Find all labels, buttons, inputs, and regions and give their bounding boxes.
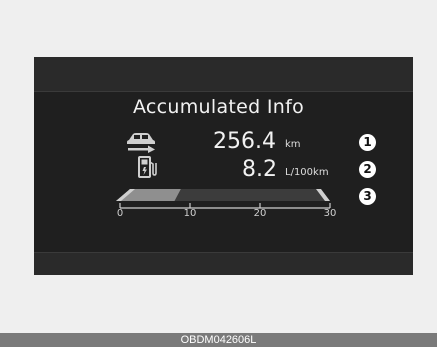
display-header-band	[34, 57, 413, 91]
display-divider-top	[34, 91, 413, 92]
gauge-scale-label: 10	[183, 208, 197, 219]
car-arrow-icon	[127, 133, 155, 153]
screen-title: Accumulated Info	[132, 96, 305, 118]
fuel-economy-value: 8.2	[242, 157, 277, 182]
figure-code-caption: OBDM042606L	[0, 333, 437, 347]
distance-unit: km	[285, 139, 301, 150]
gauge-scale-label: 20	[253, 208, 267, 219]
gauge-scale-label: 0	[116, 208, 124, 219]
fuel-pump-icon	[138, 156, 157, 178]
callout-marker-1: 1	[359, 134, 376, 151]
display-footer-band	[34, 253, 413, 275]
cluster-display-panel	[34, 57, 413, 275]
distance-value: 256.4	[213, 129, 276, 154]
gauge-scale-label: 30	[323, 208, 337, 219]
fuel-economy-unit: L/100km	[285, 167, 329, 178]
callout-marker-2: 2	[359, 161, 376, 178]
callout-marker-3: 3	[359, 188, 376, 205]
fuel-economy-gauge	[116, 189, 331, 209]
